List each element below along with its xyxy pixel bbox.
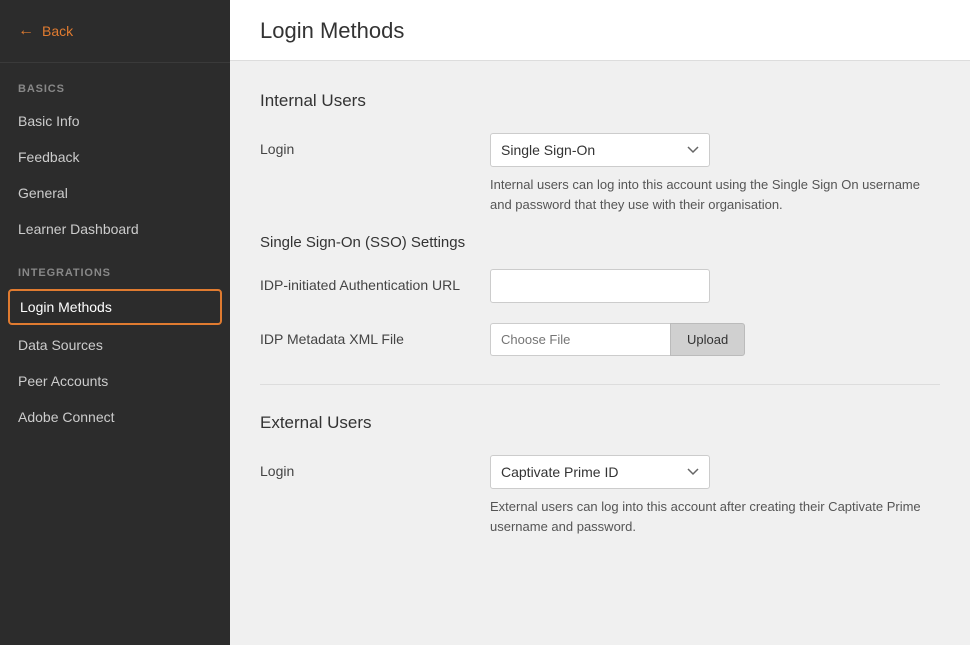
sidebar-item-adobe-connect[interactable]: Adobe Connect — [0, 399, 230, 435]
sso-section-title: Single Sign-On (SSO) Settings — [260, 234, 940, 251]
sidebar-item-peer-accounts[interactable]: Peer Accounts — [0, 363, 230, 399]
sidebar-item-basic-info[interactable]: Basic Info — [0, 103, 230, 139]
sidebar: ← Back BASICS Basic Info Feedback Genera… — [0, 0, 230, 645]
back-label: Back — [42, 23, 73, 39]
idp-url-row: IDP-initiated Authentication URL — [260, 269, 940, 303]
internal-login-select[interactable]: Single Sign-On Email and Password — [490, 133, 710, 167]
sidebar-item-login-methods[interactable]: Login Methods — [8, 289, 222, 325]
main-content: Login Methods Internal Users Login Singl… — [230, 0, 970, 645]
internal-users-title: Internal Users — [260, 91, 940, 111]
main-body: Internal Users Login Single Sign-On Emai… — [230, 61, 970, 645]
idp-url-input[interactable] — [490, 269, 710, 303]
sidebar-section-basics: BASICS Basic Info Feedback General Learn… — [0, 63, 230, 247]
back-button[interactable]: ← Back — [0, 0, 230, 63]
external-users-section: External Users Login Captivate Prime ID … — [260, 413, 940, 536]
external-login-select[interactable]: Captivate Prime ID Email and Password — [490, 455, 710, 489]
external-login-row: Login Captivate Prime ID Email and Passw… — [260, 455, 940, 536]
sidebar-section-integrations: INTEGRATIONS Login Methods Data Sources … — [0, 247, 230, 435]
sidebar-section-label-integrations: INTEGRATIONS — [0, 247, 230, 287]
page-title: Login Methods — [260, 18, 940, 44]
sidebar-item-data-sources[interactable]: Data Sources — [0, 327, 230, 363]
page-header: Login Methods — [230, 0, 970, 61]
external-login-label: Login — [260, 455, 490, 479]
internal-login-control: Single Sign-On Email and Password Intern… — [490, 133, 940, 214]
upload-button[interactable]: Upload — [670, 323, 745, 356]
external-login-hint: External users can log into this account… — [490, 497, 930, 536]
external-users-title: External Users — [260, 413, 940, 433]
file-input[interactable] — [490, 323, 670, 356]
sidebar-item-general[interactable]: General — [0, 175, 230, 211]
idp-url-control — [490, 269, 940, 303]
sidebar-item-learner-dashboard[interactable]: Learner Dashboard — [0, 211, 230, 247]
sidebar-section-label-basics: BASICS — [0, 63, 230, 103]
internal-login-label: Login — [260, 133, 490, 157]
idp-xml-label: IDP Metadata XML File — [260, 323, 490, 347]
back-arrow-icon: ← — [18, 22, 34, 40]
idp-xml-row: IDP Metadata XML File Upload — [260, 323, 940, 356]
sidebar-item-feedback[interactable]: Feedback — [0, 139, 230, 175]
idp-xml-control: Upload — [490, 323, 940, 356]
idp-url-label: IDP-initiated Authentication URL — [260, 269, 490, 293]
internal-login-row: Login Single Sign-On Email and Password … — [260, 133, 940, 214]
file-input-row: Upload — [490, 323, 940, 356]
section-divider — [260, 384, 940, 385]
internal-login-hint: Internal users can log into this account… — [490, 175, 930, 214]
internal-users-section: Internal Users Login Single Sign-On Emai… — [260, 91, 940, 356]
external-login-control: Captivate Prime ID Email and Password Ex… — [490, 455, 940, 536]
